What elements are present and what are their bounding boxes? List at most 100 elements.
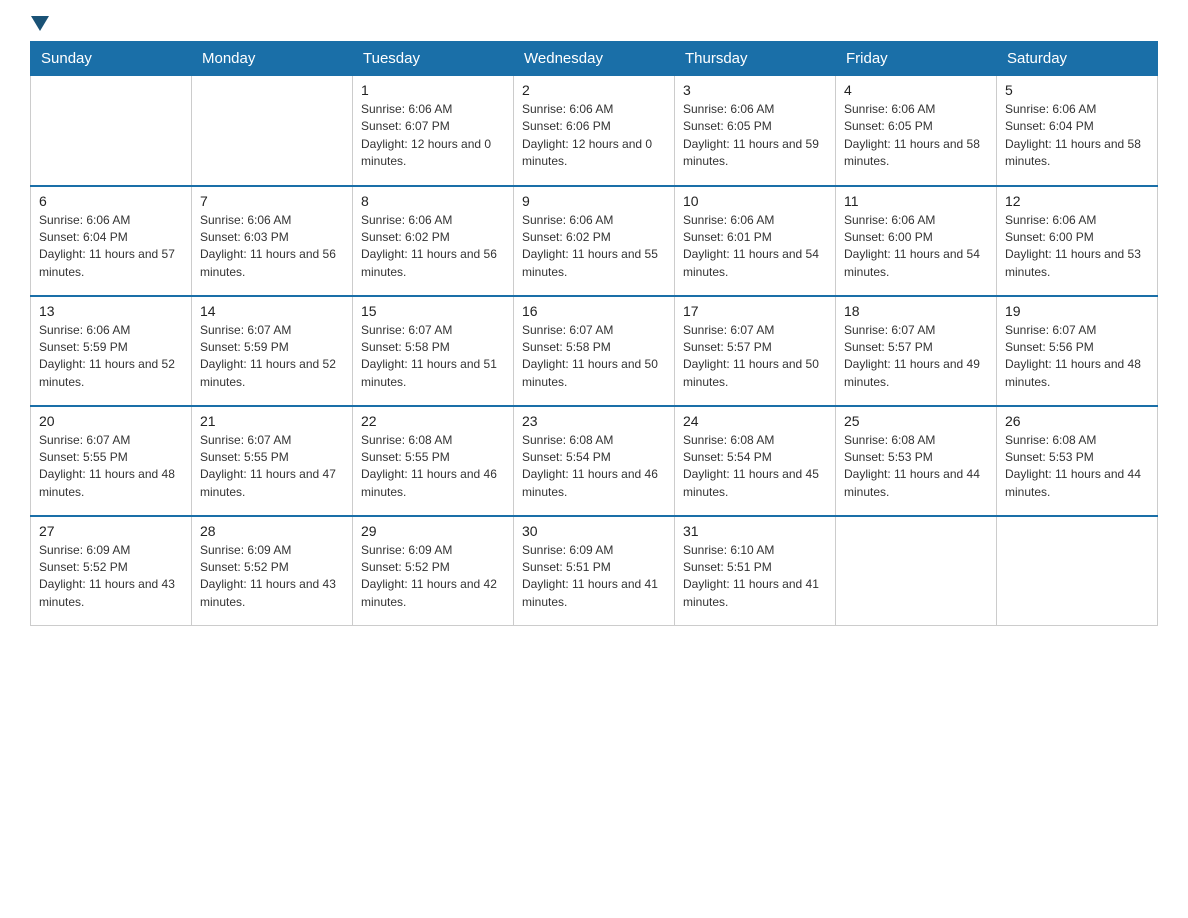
day-info: Sunrise: 6:06 AMSunset: 6:04 PMDaylight:…: [39, 212, 183, 282]
calendar-cell: [997, 516, 1158, 626]
calendar-cell: 15 Sunrise: 6:07 AMSunset: 5:58 PMDayligh…: [353, 296, 514, 406]
week-row-4: 20 Sunrise: 6:07 AMSunset: 5:55 PMDayligh…: [31, 406, 1158, 516]
day-number: 23: [522, 413, 666, 429]
day-number: 21: [200, 413, 344, 429]
week-row-2: 6 Sunrise: 6:06 AMSunset: 6:04 PMDaylight…: [31, 186, 1158, 296]
day-info: Sunrise: 6:08 AMSunset: 5:53 PMDaylight:…: [1005, 432, 1149, 502]
calendar-table: SundayMondayTuesdayWednesdayThursdayFrid…: [30, 41, 1158, 626]
calendar-cell: 13 Sunrise: 6:06 AMSunset: 5:59 PMDayligh…: [31, 296, 192, 406]
col-header-friday: Friday: [836, 42, 997, 76]
day-info: Sunrise: 6:07 AMSunset: 5:57 PMDaylight:…: [844, 322, 988, 392]
week-row-5: 27 Sunrise: 6:09 AMSunset: 5:52 PMDayligh…: [31, 516, 1158, 626]
day-number: 12: [1005, 193, 1149, 209]
day-number: 3: [683, 82, 827, 98]
day-info: Sunrise: 6:07 AMSunset: 5:58 PMDaylight:…: [361, 322, 505, 392]
calendar-cell: 7Sunrise: 6:06 AMSunset: 6:03 PMDaylight…: [192, 186, 353, 296]
calendar-cell: 8 Sunrise: 6:06 AMSunset: 6:02 PMDaylight…: [353, 186, 514, 296]
day-info: Sunrise: 6:08 AMSunset: 5:53 PMDaylight:…: [844, 432, 988, 502]
page-header: [30, 20, 1158, 31]
day-info: Sunrise: 6:07 AMSunset: 5:55 PMDaylight:…: [39, 432, 183, 502]
calendar-cell: 24 Sunrise: 6:08 AMSunset: 5:54 PMDayligh…: [675, 406, 836, 516]
day-info: Sunrise: 6:06 AMSunset: 6:06 PMDaylight:…: [522, 101, 666, 171]
col-header-monday: Monday: [192, 42, 353, 76]
calendar-cell: 5 Sunrise: 6:06 AMSunset: 6:04 PMDaylight…: [997, 76, 1158, 186]
day-number: 31: [683, 523, 827, 539]
day-number: 11: [844, 193, 988, 209]
logo-triangle-icon: [31, 16, 49, 31]
day-info: Sunrise: 6:07 AMSunset: 5:59 PMDaylight:…: [200, 322, 344, 392]
day-info: Sunrise: 6:07 AMSunset: 5:55 PMDaylight:…: [200, 432, 344, 502]
day-info: Sunrise: 6:06 AMSunset: 6:00 PMDaylight:…: [844, 212, 988, 282]
logo: [30, 20, 49, 31]
day-info: Sunrise: 6:08 AMSunset: 5:54 PMDaylight:…: [683, 432, 827, 502]
day-info: Sunrise: 6:06 AMSunset: 6:03 PMDaylight:…: [200, 212, 344, 282]
week-row-1: 1 Sunrise: 6:06 AMSunset: 6:07 PMDaylight…: [31, 76, 1158, 186]
calendar-cell: [192, 76, 353, 186]
calendar-cell: 16 Sunrise: 6:07 AMSunset: 5:58 PMDayligh…: [514, 296, 675, 406]
calendar-cell: 2Sunrise: 6:06 AMSunset: 6:06 PMDaylight…: [514, 76, 675, 186]
day-number: 9: [522, 193, 666, 209]
col-header-thursday: Thursday: [675, 42, 836, 76]
day-info: Sunrise: 6:07 AMSunset: 5:58 PMDaylight:…: [522, 322, 666, 392]
calendar-cell: 31 Sunrise: 6:10 AMSunset: 5:51 PMDayligh…: [675, 516, 836, 626]
calendar-cell: 3 Sunrise: 6:06 AMSunset: 6:05 PMDaylight…: [675, 76, 836, 186]
day-info: Sunrise: 6:06 AMSunset: 6:07 PMDaylight:…: [361, 101, 505, 171]
day-info: Sunrise: 6:06 AMSunset: 5:59 PMDaylight:…: [39, 322, 183, 392]
day-number: 18: [844, 303, 988, 319]
day-number: 25: [844, 413, 988, 429]
day-number: 13: [39, 303, 183, 319]
day-number: 1: [361, 82, 505, 98]
day-number: 20: [39, 413, 183, 429]
day-info: Sunrise: 6:06 AMSunset: 6:04 PMDaylight:…: [1005, 101, 1149, 171]
day-number: 27: [39, 523, 183, 539]
calendar-cell: [836, 516, 997, 626]
calendar-cell: 17Sunrise: 6:07 AMSunset: 5:57 PMDayligh…: [675, 296, 836, 406]
week-row-3: 13 Sunrise: 6:06 AMSunset: 5:59 PMDayligh…: [31, 296, 1158, 406]
calendar-cell: 23 Sunrise: 6:08 AMSunset: 5:54 PMDayligh…: [514, 406, 675, 516]
day-info: Sunrise: 6:08 AMSunset: 5:55 PMDaylight:…: [361, 432, 505, 502]
day-info: Sunrise: 6:09 AMSunset: 5:52 PMDaylight:…: [361, 542, 505, 612]
day-number: 26: [1005, 413, 1149, 429]
calendar-cell: 25 Sunrise: 6:08 AMSunset: 5:53 PMDayligh…: [836, 406, 997, 516]
calendar-cell: 4Sunrise: 6:06 AMSunset: 6:05 PMDaylight…: [836, 76, 997, 186]
day-number: 15: [361, 303, 505, 319]
col-header-tuesday: Tuesday: [353, 42, 514, 76]
calendar-cell: 18 Sunrise: 6:07 AMSunset: 5:57 PMDayligh…: [836, 296, 997, 406]
day-number: 14: [200, 303, 344, 319]
calendar-cell: 19 Sunrise: 6:07 AMSunset: 5:56 PMDayligh…: [997, 296, 1158, 406]
day-info: Sunrise: 6:09 AMSunset: 5:52 PMDaylight:…: [39, 542, 183, 612]
day-info: Sunrise: 6:06 AMSunset: 6:05 PMDaylight:…: [683, 101, 827, 171]
day-number: 24: [683, 413, 827, 429]
calendar-cell: 26 Sunrise: 6:08 AMSunset: 5:53 PMDayligh…: [997, 406, 1158, 516]
day-info: Sunrise: 6:08 AMSunset: 5:54 PMDaylight:…: [522, 432, 666, 502]
day-number: 17: [683, 303, 827, 319]
day-number: 29: [361, 523, 505, 539]
day-number: 16: [522, 303, 666, 319]
calendar-cell: 20 Sunrise: 6:07 AMSunset: 5:55 PMDayligh…: [31, 406, 192, 516]
day-number: 22: [361, 413, 505, 429]
calendar-cell: 27 Sunrise: 6:09 AMSunset: 5:52 PMDayligh…: [31, 516, 192, 626]
calendar-cell: 9 Sunrise: 6:06 AMSunset: 6:02 PMDaylight…: [514, 186, 675, 296]
calendar-cell: 6 Sunrise: 6:06 AMSunset: 6:04 PMDaylight…: [31, 186, 192, 296]
day-number: 6: [39, 193, 183, 209]
day-number: 8: [361, 193, 505, 209]
calendar-cell: 14 Sunrise: 6:07 AMSunset: 5:59 PMDayligh…: [192, 296, 353, 406]
day-info: Sunrise: 6:10 AMSunset: 5:51 PMDaylight:…: [683, 542, 827, 612]
day-number: 10: [683, 193, 827, 209]
day-info: Sunrise: 6:06 AMSunset: 6:02 PMDaylight:…: [361, 212, 505, 282]
day-info: Sunrise: 6:06 AMSunset: 6:00 PMDaylight:…: [1005, 212, 1149, 282]
calendar-cell: 12 Sunrise: 6:06 AMSunset: 6:00 PMDayligh…: [997, 186, 1158, 296]
day-info: Sunrise: 6:06 AMSunset: 6:02 PMDaylight:…: [522, 212, 666, 282]
day-info: Sunrise: 6:07 AMSunset: 5:56 PMDaylight:…: [1005, 322, 1149, 392]
calendar-cell: [31, 76, 192, 186]
day-info: Sunrise: 6:09 AMSunset: 5:51 PMDaylight:…: [522, 542, 666, 612]
col-header-wednesday: Wednesday: [514, 42, 675, 76]
day-info: Sunrise: 6:06 AMSunset: 6:05 PMDaylight:…: [844, 101, 988, 171]
day-number: 5: [1005, 82, 1149, 98]
calendar-cell: 29 Sunrise: 6:09 AMSunset: 5:52 PMDayligh…: [353, 516, 514, 626]
calendar-cell: 28Sunrise: 6:09 AMSunset: 5:52 PMDayligh…: [192, 516, 353, 626]
col-header-sunday: Sunday: [31, 42, 192, 76]
calendar-cell: 1 Sunrise: 6:06 AMSunset: 6:07 PMDaylight…: [353, 76, 514, 186]
calendar-cell: 30Sunrise: 6:09 AMSunset: 5:51 PMDayligh…: [514, 516, 675, 626]
day-number: 19: [1005, 303, 1149, 319]
